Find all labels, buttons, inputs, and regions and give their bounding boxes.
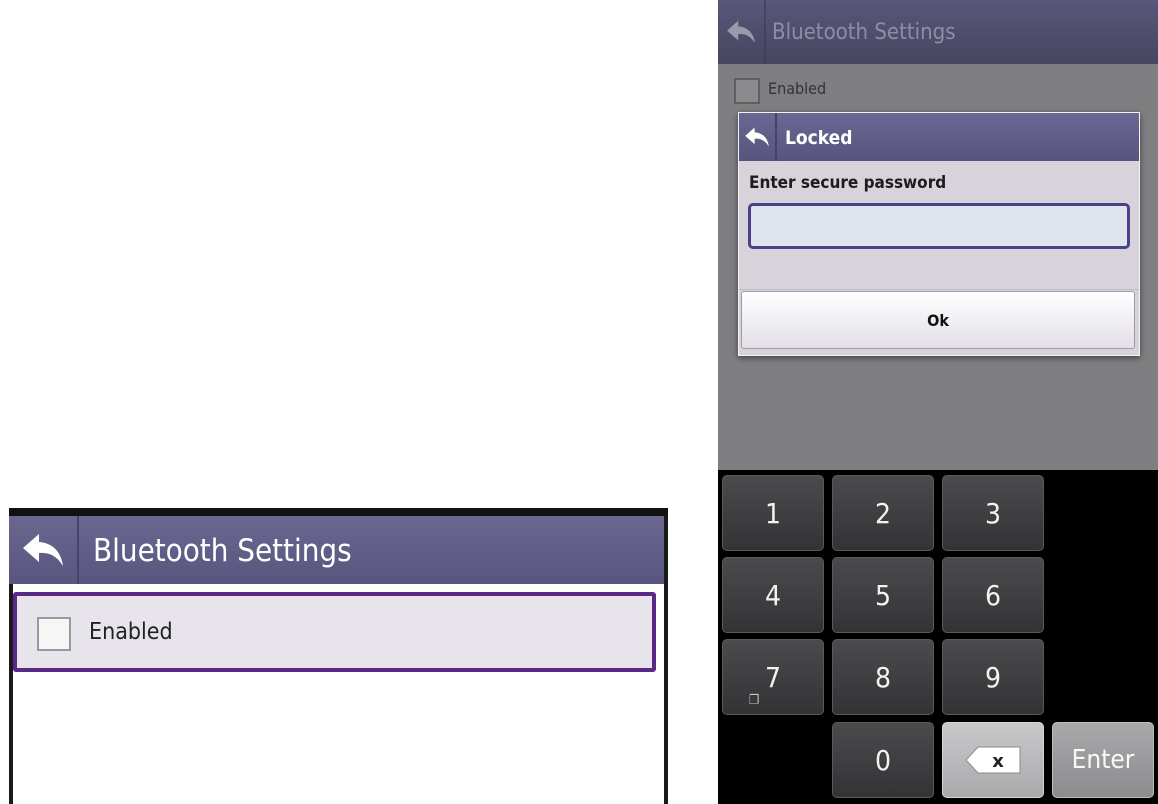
- key-4[interactable]: 4: [722, 557, 824, 633]
- key-3[interactable]: 3: [942, 475, 1044, 551]
- backspace-icon: x: [965, 746, 1021, 774]
- title-bar: Bluetooth Settings: [9, 516, 668, 584]
- back-arrow-icon: [727, 20, 755, 44]
- key-6[interactable]: 6: [942, 557, 1044, 633]
- back-button[interactable]: [9, 516, 79, 584]
- back-arrow-icon: [23, 534, 63, 566]
- backspace-glyph: x: [992, 751, 1004, 772]
- key-7[interactable]: 7 ❐: [722, 639, 824, 715]
- backspace-key[interactable]: x: [942, 722, 1044, 798]
- back-arrow-icon: [745, 127, 769, 147]
- key-7-label: 7: [764, 660, 782, 694]
- device-edge: [664, 516, 668, 804]
- page-title: Bluetooth Settings: [93, 533, 352, 569]
- key-9[interactable]: 9: [942, 639, 1044, 715]
- enabled-label: Enabled: [768, 79, 827, 98]
- dialog-title-bar: Locked: [739, 113, 1139, 161]
- key-8[interactable]: 8: [832, 639, 934, 715]
- key-5[interactable]: 5: [832, 557, 934, 633]
- page-title: Bluetooth Settings: [772, 20, 956, 45]
- dialog-back-button[interactable]: [739, 113, 777, 161]
- enter-key[interactable]: Enter: [1052, 722, 1154, 798]
- key-0[interactable]: 0: [832, 722, 934, 798]
- locked-dialog: Locked Enter secure password Ok: [738, 112, 1140, 356]
- numeric-keypad: 1 2 3 4 5 6 7 ❐ 8 9 0 x Enter: [718, 470, 1158, 804]
- divider: [739, 289, 1139, 290]
- enabled-row[interactable]: Enabled: [13, 592, 656, 672]
- password-prompt: Enter secure password: [749, 173, 947, 193]
- right-screen: Bluetooth Settings Enabled Locked Enter …: [718, 0, 1158, 804]
- password-input[interactable]: [748, 203, 1130, 249]
- key-2[interactable]: 2: [832, 475, 934, 551]
- left-screen: Bluetooth Settings Enabled: [9, 508, 668, 804]
- key-1[interactable]: 1: [722, 475, 824, 551]
- cursor-icon: ❐: [749, 693, 760, 708]
- enabled-checkbox[interactable]: [37, 617, 71, 651]
- dialog-title: Locked: [785, 127, 853, 149]
- device-edge: [9, 508, 668, 516]
- enabled-label: Enabled: [89, 619, 173, 645]
- title-bar: Bluetooth Settings: [718, 0, 1158, 64]
- enabled-checkbox[interactable]: [734, 78, 760, 104]
- ok-button[interactable]: Ok: [741, 291, 1135, 349]
- back-button[interactable]: [718, 0, 766, 64]
